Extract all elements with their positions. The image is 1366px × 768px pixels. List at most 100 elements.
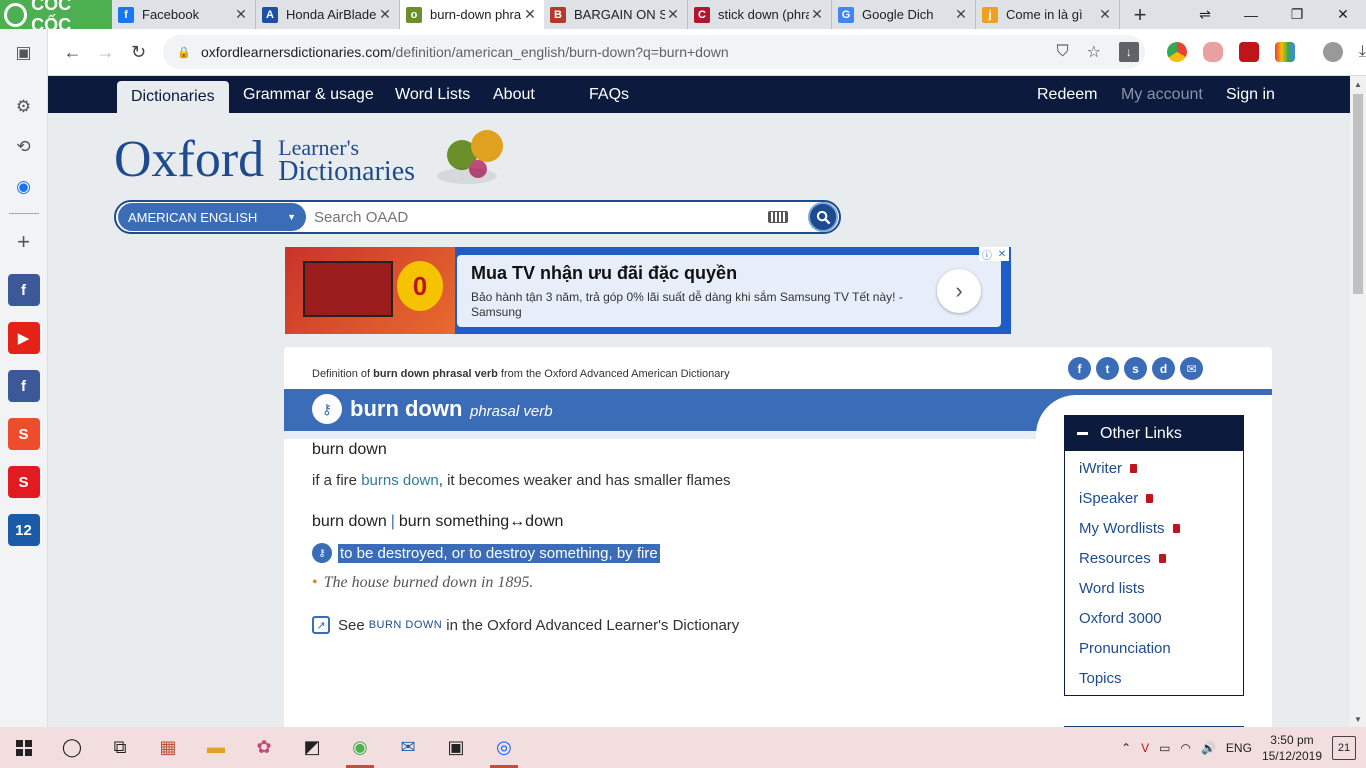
close-tab-icon[interactable]: ✕ [953, 6, 969, 23]
zalo-icon[interactable]: ◎ [480, 727, 528, 768]
scroll-down-icon[interactable]: ▼ [1350, 711, 1366, 727]
other-link-item[interactable]: Resources [1065, 543, 1243, 573]
chrome-extension-icon[interactable] [1166, 42, 1187, 62]
page-scrollbar[interactable]: ▲ ▼ [1350, 76, 1366, 727]
chevron-up-icon[interactable]: ⌃ [1121, 741, 1131, 755]
translate-extension-icon[interactable] [1238, 42, 1259, 62]
close-window-button[interactable]: ✕ [1320, 0, 1366, 29]
vietkey-icon[interactable]: V [1141, 741, 1149, 755]
facebook-share-icon[interactable]: f [1068, 357, 1091, 380]
other-link-item[interactable]: My Wordlists [1065, 513, 1243, 543]
sidebar-toggle-icon[interactable]: ▣ [8, 37, 40, 69]
coccoc-taskbar-icon[interactable]: ◉ [336, 727, 384, 768]
close-tab-icon[interactable]: ✕ [1097, 6, 1113, 23]
maximize-button[interactable]: ❐ [1274, 0, 1320, 29]
dictionary-select[interactable]: AMERICAN ENGLISH ▼ [118, 203, 306, 231]
close-tab-icon[interactable]: ✕ [522, 6, 538, 23]
outlook-icon[interactable]: ✉ [384, 727, 432, 768]
ad-choices-icon[interactable]: ⓘ ✕ [979, 247, 1009, 262]
forward-button[interactable]: → [89, 34, 122, 70]
keyboard-icon[interactable] [768, 211, 788, 223]
reload-button[interactable]: ↻ [122, 34, 155, 70]
nav-grammar-usage[interactable]: Grammar & usage [243, 76, 374, 113]
facebook-app-icon[interactable]: f [7, 274, 40, 306]
paint-app-icon[interactable]: ✿ [240, 727, 288, 768]
search-button[interactable] [808, 202, 838, 232]
add-app-icon[interactable]: + [8, 226, 40, 258]
task-view-icon[interactable]: ⧉ [96, 727, 144, 768]
other-link-item[interactable]: Word lists [1065, 573, 1243, 603]
other-link-item[interactable]: iSpeaker [1065, 483, 1243, 513]
minimize-button[interactable]: — [1228, 0, 1274, 29]
shopee-app-icon[interactable]: S [7, 418, 40, 450]
download-page-icon[interactable]: ↓ [1118, 42, 1139, 62]
nav-dictionaries[interactable]: Dictionaries [117, 81, 229, 113]
back-button[interactable]: ← [56, 34, 89, 70]
other-link-item[interactable]: Oxford 3000 [1065, 603, 1243, 633]
office-app-icon[interactable]: ▦ [144, 727, 192, 768]
xref-link[interactable]: burns down [361, 472, 439, 489]
ad-card[interactable]: Mua TV nhận ưu đãi đặc quyền Bảo hành tậ… [457, 255, 1001, 327]
nav-redeem[interactable]: Redeem [1037, 76, 1097, 113]
notification-center-icon[interactable]: 21 [1332, 735, 1356, 760]
youtube-app-icon[interactable]: ▶ [7, 322, 40, 354]
oxford-logo[interactable]: Oxford Learner's Dictionaries [114, 128, 519, 192]
close-tab-icon[interactable]: ✕ [377, 6, 393, 23]
browser-tab[interactable]: B BARGAIN ON SC✕ [544, 0, 688, 29]
adblock-extension-icon[interactable] [1202, 42, 1223, 62]
coccoc-menu-button[interactable]: CỐC CỐC [0, 0, 112, 35]
other-link-item[interactable]: Pronunciation [1065, 633, 1243, 663]
browser-tab[interactable]: G Google Dich ✕ [832, 0, 976, 29]
address-bar[interactable]: 🔒 oxfordlearnersdictionaries.com/definit… [163, 35, 1145, 69]
scroll-up-icon[interactable]: ▲ [1350, 76, 1366, 92]
close-tab-icon[interactable]: ✕ [809, 6, 825, 23]
other-link-item[interactable]: iWriter [1065, 453, 1243, 483]
selected-definition-text[interactable]: to be destroyed, or to destroy something… [338, 543, 660, 563]
other-link-item[interactable]: Topics [1065, 663, 1243, 693]
see-also-link[interactable]: ↗ See BURN DOWN in the Oxford Advanced L… [312, 616, 739, 634]
browser-tab[interactable]: A Honda AirBlade ✕ [256, 0, 400, 29]
new-tab-button[interactable]: + [1120, 0, 1160, 29]
profile-avatar[interactable] [1322, 42, 1343, 62]
close-tab-icon[interactable]: ✕ [665, 6, 681, 23]
color-extension-icon[interactable] [1274, 42, 1295, 62]
nav-word-lists[interactable]: Word Lists [395, 76, 470, 113]
browser-tab[interactable]: f Facebook ✕ [112, 0, 256, 29]
cortana-search-icon[interactable]: ◯ [48, 727, 96, 768]
language-indicator[interactable]: ENG [1226, 741, 1252, 755]
browser-tab[interactable]: j Come in là gì ✕ [976, 0, 1120, 29]
clock[interactable]: 3:50 pm 15/12/2019 [1262, 732, 1322, 764]
windows-start-icon[interactable] [0, 727, 48, 768]
shield-icon[interactable]: ⛉ [1057, 43, 1069, 61]
digg-share-icon[interactable]: d [1152, 357, 1175, 380]
messenger-icon[interactable]: ◉ [8, 171, 40, 203]
see-also-word[interactable]: BURN DOWN [369, 619, 443, 631]
nav-my-account[interactable]: My account [1121, 76, 1203, 113]
close-tab-icon[interactable]: ✕ [233, 6, 249, 23]
scrollbar-thumb[interactable] [1353, 94, 1363, 294]
stumbleupon-share-icon[interactable]: s [1124, 357, 1147, 380]
history-icon[interactable]: ⟲ [8, 131, 40, 163]
tiki-app-icon[interactable]: 12 [7, 514, 40, 546]
facebook-app-icon[interactable]: f [7, 370, 40, 402]
search-input[interactable] [306, 203, 768, 231]
nav-sign-in[interactable]: Sign in [1226, 76, 1275, 113]
volume-icon[interactable]: 🔊 [1201, 741, 1216, 755]
ad-banner[interactable]: 0 Mua TV nhận ưu đãi đặc quyền Bảo hành … [285, 247, 1011, 334]
twitter-share-icon[interactable]: t [1096, 357, 1119, 380]
wifi-icon[interactable]: ◠ [1180, 741, 1190, 755]
bookmark-star-icon[interactable]: ☆ [1087, 42, 1101, 62]
browser-tab[interactable]: Cstick down (phra ✕ [688, 0, 832, 29]
email-share-icon[interactable]: ✉ [1180, 357, 1203, 380]
nav-about[interactable]: About [493, 76, 535, 113]
settings-icon[interactable]: ⚙ [8, 91, 40, 123]
chevron-right-icon[interactable]: › [937, 269, 981, 313]
other-links-header[interactable]: Other Links [1065, 416, 1243, 451]
browser-tab[interactable]: o burn-down phra ✕ [400, 0, 544, 29]
app-store-icon[interactable]: ▣ [432, 727, 480, 768]
tab-search-icon[interactable]: ⇌ [1182, 0, 1228, 29]
nav-faqs[interactable]: FAQs [589, 76, 629, 113]
sendo-app-icon[interactable]: S [7, 466, 40, 498]
downloads-icon[interactable]: ⤓ [1359, 43, 1366, 61]
sticky-notes-icon[interactable]: ◩ [288, 727, 336, 768]
